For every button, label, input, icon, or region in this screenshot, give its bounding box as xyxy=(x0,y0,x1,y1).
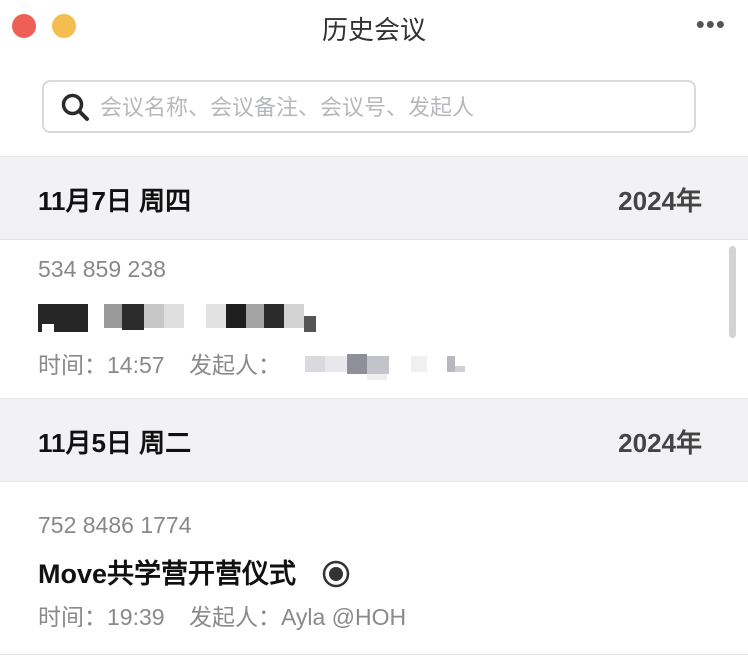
date-group-header: 11月5日 周二 2024年 xyxy=(0,399,748,482)
search-icon xyxy=(61,93,89,121)
group-year: 2024年 xyxy=(618,428,702,458)
time-label: 时间： xyxy=(38,352,107,378)
meeting-host: Ayla @HOH xyxy=(280,604,407,630)
meeting-title-redacted xyxy=(38,302,338,336)
group-year: 2024年 xyxy=(618,186,702,216)
meeting-item[interactable]: 534 859 238 时间：14:57 发起人： xyxy=(0,240,748,399)
meeting-title: Move共学营开营仪式 xyxy=(38,559,297,589)
group-date: 11月7日 周四 xyxy=(38,186,192,216)
meeting-title-row: Move共学营开营仪式 xyxy=(38,552,350,591)
more-options-icon[interactable]: ••• xyxy=(696,11,726,37)
group-date: 11月5日 周二 xyxy=(38,428,192,458)
search-box[interactable] xyxy=(42,80,696,133)
meeting-number: 534 859 238 xyxy=(38,256,166,282)
meeting-item[interactable]: 752 8486 1774 Move共学营开营仪式 时间：19:39 发起人：A… xyxy=(0,482,748,655)
meeting-time: 14:57 xyxy=(107,352,165,378)
scrollbar[interactable] xyxy=(729,246,736,338)
time-label: 时间： xyxy=(38,604,107,630)
date-group-header: 11月7日 周四 2024年 xyxy=(0,157,748,240)
meeting-history-list: 11月7日 周四 2024年 534 859 238 时间：14:57 发起人：… xyxy=(0,157,748,655)
meeting-meta: 时间：19:39 发起人：Ayla @HOH xyxy=(38,598,406,632)
meeting-meta: 时间：14:57 发起人： xyxy=(38,346,485,382)
pixelated-host xyxy=(305,353,466,380)
meeting-number: 752 8486 1774 xyxy=(38,512,192,538)
host-label: 发起人： xyxy=(188,352,281,378)
search-input[interactable] xyxy=(98,90,682,126)
title-bar: 历史会议 ••• xyxy=(0,0,748,58)
pixelated-title xyxy=(38,304,338,336)
meeting-time: 19:39 xyxy=(107,604,165,630)
window-title: 历史会议 xyxy=(321,15,426,45)
host-label: 发起人： xyxy=(188,604,281,630)
recording-indicator-icon xyxy=(322,560,349,588)
